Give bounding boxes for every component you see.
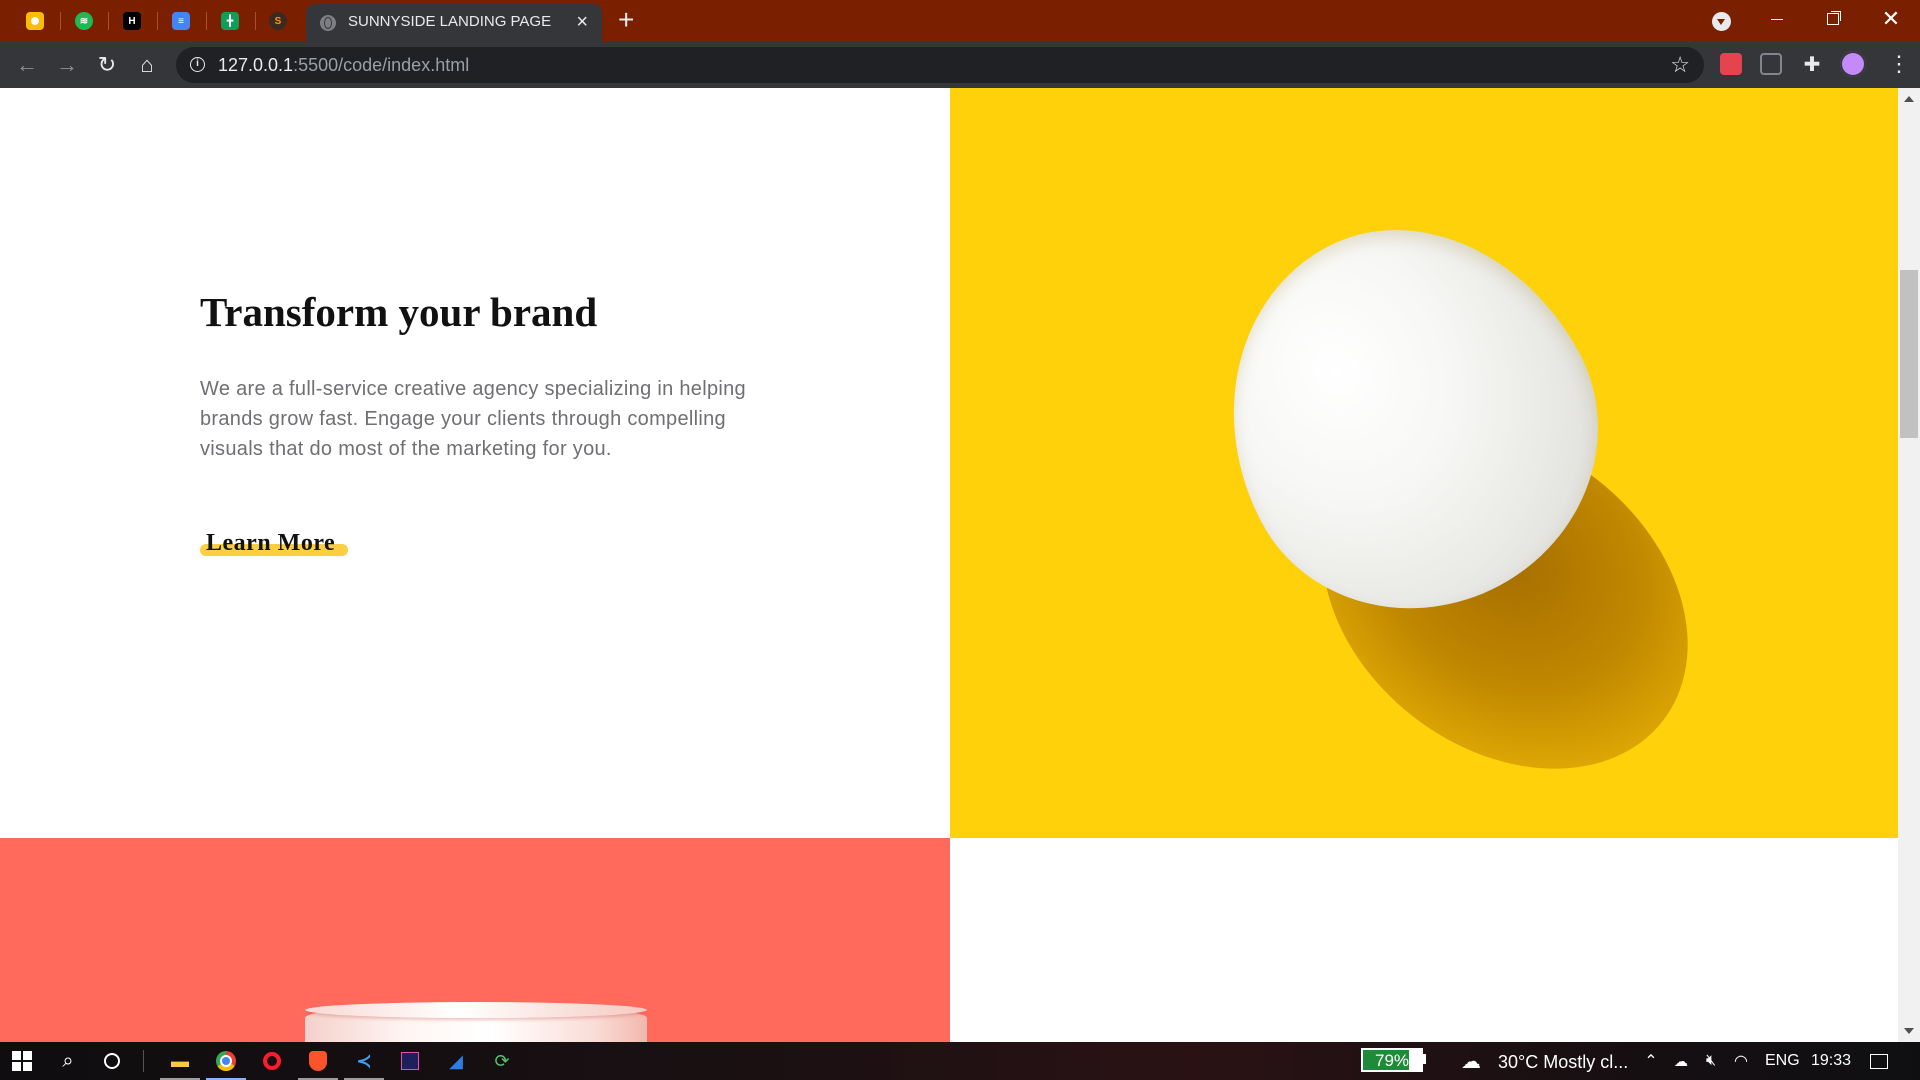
page-viewport: Transform your brand We are a full-servi… — [0, 88, 1898, 1042]
globe-icon — [320, 15, 336, 31]
language-indicator[interactable]: ENG — [1765, 1052, 1800, 1070]
chrome-taskbar-icon[interactable] — [206, 1050, 246, 1080]
pinned-tab-docs[interactable]: ≡ — [167, 7, 195, 35]
chevron-up-icon[interactable]: ⌃ — [1640, 1050, 1662, 1072]
tab-active[interactable]: SUNNYSIDE LANDING PAGE × — [306, 4, 602, 42]
restore-button[interactable] — [1808, 4, 1858, 34]
home-icon[interactable]: ⌂ — [135, 53, 159, 77]
tab-search-icon[interactable] — [1712, 12, 1731, 31]
stand-out-section — [950, 838, 1898, 1042]
sheets-icon: ╋ — [221, 12, 239, 30]
weather-text[interactable]: 30°C Mostly cl... — [1498, 1052, 1628, 1073]
extensions-puzzle-icon[interactable]: ✚ — [1800, 53, 1824, 77]
egg-image — [950, 88, 1898, 838]
chrome-menu-icon[interactable]: ⋮ — [1888, 52, 1910, 76]
tab-separator — [206, 12, 207, 30]
hacker-news-icon: H — [123, 12, 141, 30]
keep-icon — [26, 12, 44, 30]
pinned-tab-hackernews[interactable]: H — [118, 7, 146, 35]
wifi-icon[interactable]: ◠ — [1730, 1050, 1752, 1072]
cortana-icon — [104, 1053, 120, 1069]
page-scrollbar[interactable] — [1898, 88, 1920, 1042]
cortana-button[interactable] — [101, 1050, 123, 1072]
learn-more-link[interactable]: Learn More — [200, 530, 348, 557]
search-icon[interactable]: ⌕ — [57, 1050, 79, 1072]
close-tab-button[interactable]: × — [576, 11, 588, 33]
glass-image — [0, 838, 950, 1042]
onedrive-icon[interactable]: ☁ — [1670, 1050, 1692, 1072]
weather-cloud-icon[interactable]: ☁ — [1460, 1050, 1482, 1073]
tab-separator — [60, 12, 61, 30]
back-icon[interactable]: ← — [15, 53, 39, 77]
brave-icon[interactable] — [298, 1050, 338, 1080]
taskbar-separator — [143, 1050, 144, 1072]
browser-tab-strip: ≋ H ≡ ╋ S SUNNYSIDE LANDING PAGE × + ✕ — [0, 0, 1920, 42]
minimize-button[interactable] — [1752, 4, 1802, 34]
section-paragraph: We are a full-service creative agency sp… — [200, 378, 746, 460]
info-icon[interactable]: i — [190, 57, 205, 72]
intellij-icon[interactable] — [399, 1050, 421, 1072]
spotify-icon: ≋ — [75, 12, 93, 30]
windows-icon — [12, 1051, 32, 1071]
battery-indicator[interactable]: 79% — [1361, 1048, 1423, 1072]
section-heading: Transform your brand — [200, 289, 598, 335]
new-tab-button[interactable]: + — [618, 6, 634, 34]
tab-separator — [255, 12, 256, 30]
browser-toolbar: ← → ↻ ⌂ i 127.0.0.1:5500/code/index.html… — [0, 42, 1920, 88]
url-path: :5500/code/index.html — [293, 55, 470, 75]
file-explorer-icon[interactable]: ▬ — [160, 1050, 200, 1080]
reader-extension-icon[interactable] — [1760, 53, 1782, 75]
git-kraken-icon[interactable]: ⟳ — [491, 1050, 513, 1072]
vscode-icon[interactable]: ≺ — [344, 1050, 384, 1080]
url-host: 127.0.0.1 — [218, 55, 294, 75]
sublime-icon: S — [269, 12, 287, 30]
speaker-muted-icon[interactable]: 🔇︎ — [1700, 1050, 1722, 1072]
pocket-extension-icon[interactable] — [1720, 53, 1742, 75]
bookmark-star-icon[interactable]: ☆ — [1670, 52, 1690, 78]
tab-separator — [108, 12, 109, 30]
transform-section: Transform your brand We are a full-servi… — [0, 88, 950, 838]
notifications-icon[interactable] — [1868, 1050, 1890, 1072]
url-text: 127.0.0.1:5500/code/index.html — [218, 55, 469, 76]
pinned-tab-keep[interactable] — [21, 7, 49, 35]
profile-avatar[interactable] — [1840, 51, 1866, 77]
clock[interactable]: 19:33 — [1811, 1052, 1851, 1070]
scroll-down-arrow-icon[interactable] — [1904, 1028, 1914, 1034]
edge-dev-icon[interactable]: ◢ — [445, 1050, 467, 1072]
battery-nub — [1423, 1054, 1426, 1064]
pinned-tab-sheets[interactable]: ╋ — [216, 7, 244, 35]
pinned-tab-spotify[interactable]: ≋ — [70, 7, 98, 35]
address-bar[interactable]: i 127.0.0.1:5500/code/index.html ☆ — [176, 47, 1704, 83]
forward-icon[interactable]: → — [55, 53, 79, 77]
windows-taskbar: ⌕ ▬ ≺ ◢ ⟳ 79% ☁ 30°C Mostly cl... ⌃ ☁ 🔇︎… — [0, 1042, 1920, 1080]
scrollbar-thumb[interactable] — [1900, 270, 1918, 438]
tab-separator — [157, 12, 158, 30]
tab-title: SUNNYSIDE LANDING PAGE — [348, 13, 552, 30]
start-button[interactable] — [11, 1050, 33, 1072]
reload-icon[interactable]: ↻ — [95, 53, 119, 77]
pinned-tab-sublime[interactable]: S — [264, 7, 292, 35]
learn-more-label: Learn More — [206, 530, 336, 556]
close-window-button[interactable]: ✕ — [1866, 4, 1916, 34]
battery-percent: 79% — [1374, 1051, 1410, 1070]
docs-icon: ≡ — [172, 12, 190, 30]
scroll-up-arrow-icon[interactable] — [1904, 96, 1914, 102]
opera-icon[interactable] — [261, 1050, 283, 1072]
cup-rim — [305, 1002, 647, 1018]
